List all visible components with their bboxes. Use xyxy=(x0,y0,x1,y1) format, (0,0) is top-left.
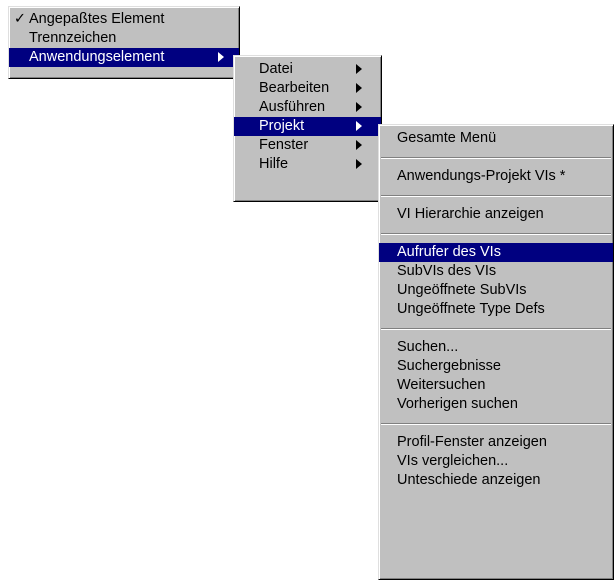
menu-item-anwendungselement[interactable]: Anwendungselement xyxy=(9,48,239,67)
submenu-arrow-icon xyxy=(356,64,362,74)
menu-separator xyxy=(379,224,613,243)
menu-item-angepasstes-element[interactable]: ✓ Angepaßtes Element xyxy=(9,10,239,29)
menu-item-label: Fenster xyxy=(259,137,309,153)
checkmark-icon: ✓ xyxy=(13,11,27,27)
menu-item-label: Hilfe xyxy=(259,156,289,172)
submenu-arrow-icon xyxy=(356,159,362,169)
submenu-arrow-icon xyxy=(356,102,362,112)
menu-item-unteschiede-anzeigen[interactable]: Unteschiede anzeigen xyxy=(379,471,613,490)
submenu-arrow-icon xyxy=(356,140,362,150)
menu-item-label: Anwendungselement xyxy=(29,49,165,65)
menu-item-label: VI Hierarchie anzeigen xyxy=(397,206,544,222)
menu-item-trennzeichen[interactable]: Trennzeichen xyxy=(9,29,239,48)
menu-item-fenster[interactable]: Fenster xyxy=(234,136,381,155)
menu-item-weitersuchen[interactable]: Weitersuchen xyxy=(379,376,613,395)
menu-item-vi-hierarchie-anzeigen[interactable]: VI Hierarchie anzeigen xyxy=(379,205,613,224)
menu-item-vis-vergleichen[interactable]: VIs vergleichen... xyxy=(379,452,613,471)
menu-item-anwendungs-projekt-vis[interactable]: Anwendungs-Projekt VIs * xyxy=(379,167,613,186)
menu-item-aufrufer-des-vis[interactable]: Aufrufer des VIs xyxy=(379,243,613,262)
menu-separator xyxy=(379,148,613,167)
menu-item-gesamte-menue[interactable]: Gesamte Menü xyxy=(379,129,613,148)
menu-item-label: Angepaßtes Element xyxy=(29,11,165,27)
menu-item-label: SubVIs des VIs xyxy=(397,263,497,279)
menu-item-label: Weitersuchen xyxy=(397,377,486,393)
menu-item-ausfuehren[interactable]: Ausführen xyxy=(234,98,381,117)
menu-separator xyxy=(379,319,613,338)
menu-item-label: Suchen... xyxy=(397,339,459,355)
menu-item-label: Projekt xyxy=(259,118,305,134)
menu-item-label: Ungeöffnete Type Defs xyxy=(397,301,545,317)
menu-item-projekt[interactable]: Projekt xyxy=(234,117,381,136)
menu-item-ungeoeffnete-subvis[interactable]: Ungeöffnete SubVIs xyxy=(379,281,613,300)
menu-item-label: Suchergebnisse xyxy=(397,358,501,374)
menu-item-vorherigen-suchen[interactable]: Vorherigen suchen xyxy=(379,395,613,414)
menu-item-label: Bearbeiten xyxy=(259,80,330,96)
submenu-arrow-icon xyxy=(218,52,224,62)
menu-item-profil-fenster-anzeigen[interactable]: Profil-Fenster anzeigen xyxy=(379,433,613,452)
context-menu: ✓ Angepaßtes Element Trennzeichen Anwend… xyxy=(8,6,240,79)
menu-item-label: Anwendungs-Projekt VIs * xyxy=(397,168,566,184)
menu-item-label: Gesamte Menü xyxy=(397,130,497,146)
menu-item-label: VIs vergleichen... xyxy=(397,453,509,469)
menu-item-label: Trennzeichen xyxy=(29,30,117,46)
menu-item-label: Ungeöffnete SubVIs xyxy=(397,282,527,298)
menu-item-label: Ausführen xyxy=(259,99,326,115)
menu-item-label: Unteschiede anzeigen xyxy=(397,472,541,488)
menu-separator xyxy=(379,414,613,433)
menu-item-subvis-des-vis[interactable]: SubVIs des VIs xyxy=(379,262,613,281)
menu-item-datei[interactable]: Datei xyxy=(234,60,381,79)
menu-item-suchen[interactable]: Suchen... xyxy=(379,338,613,357)
menu-item-bearbeiten[interactable]: Bearbeiten xyxy=(234,79,381,98)
projekt-submenu: Gesamte Menü Anwendungs-Projekt VIs * VI… xyxy=(378,124,614,580)
submenu-arrow-icon xyxy=(356,83,362,93)
anwendungselement-submenu: Datei Bearbeiten Ausführen Projekt Fenst… xyxy=(233,55,382,202)
menu-item-ungeoeffnete-type-defs[interactable]: Ungeöffnete Type Defs xyxy=(379,300,613,319)
submenu-arrow-icon xyxy=(356,121,362,131)
menu-item-label: Datei xyxy=(259,61,293,77)
menu-item-label: Aufrufer des VIs xyxy=(397,244,501,260)
menu-item-hilfe[interactable]: Hilfe xyxy=(234,155,381,174)
menu-item-suchergebnisse[interactable]: Suchergebnisse xyxy=(379,357,613,376)
menu-separator xyxy=(379,186,613,205)
menu-item-label: Profil-Fenster anzeigen xyxy=(397,434,547,450)
menu-item-label: Vorherigen suchen xyxy=(397,396,518,412)
